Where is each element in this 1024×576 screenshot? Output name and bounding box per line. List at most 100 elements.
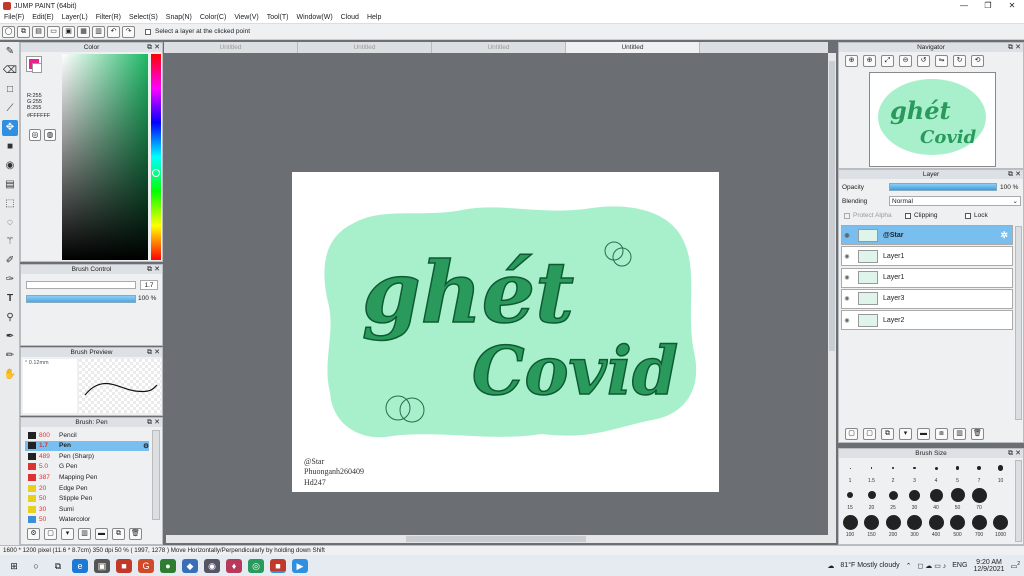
document-tab[interactable]: Untitled bbox=[566, 42, 700, 53]
gear-icon[interactable]: ✲ bbox=[1000, 230, 1008, 241]
brush-folder-icon[interactable]: ▬ bbox=[95, 528, 108, 540]
brush-list-item[interactable]: 20 Edge Pen bbox=[25, 483, 149, 493]
brush-list-scrollbar[interactable] bbox=[152, 430, 160, 520]
brush-size-dot[interactable] bbox=[847, 492, 853, 498]
eraser-tool-icon[interactable]: ⌫ bbox=[2, 63, 18, 79]
copy-layer-icon[interactable]: ⧉ bbox=[881, 428, 894, 440]
brush-copy-icon[interactable]: ⧉ bbox=[112, 528, 125, 540]
edge-icon[interactable]: e bbox=[72, 558, 88, 573]
select-icon[interactable]: ◯ bbox=[2, 25, 15, 38]
document-tab[interactable]: Untitled bbox=[298, 42, 432, 53]
brush-size-dot[interactable] bbox=[870, 467, 873, 469]
brush-group-icon[interactable]: ▥ bbox=[78, 528, 91, 540]
brush-size-dot[interactable] bbox=[885, 514, 901, 530]
menu-item[interactable]: Cloud bbox=[337, 14, 363, 21]
visibility-icon[interactable]: ◉ bbox=[842, 295, 852, 302]
fit-icon[interactable]: ⤢ bbox=[881, 55, 894, 67]
brush-list-item[interactable]: 387 Mapping Pen bbox=[25, 472, 149, 482]
picker-tool-icon[interactable]: ✏ bbox=[2, 348, 18, 364]
canvas-document[interactable]: ghét Covid @Star Phuonganh260409 Hd247 bbox=[292, 172, 719, 492]
fill-rect-tool-icon[interactable]: ■ bbox=[2, 139, 18, 155]
brush-size-scrollbar[interactable] bbox=[1015, 460, 1022, 542]
saturation-value-picker[interactable] bbox=[62, 54, 148, 260]
app-orange-icon[interactable]: G bbox=[138, 558, 154, 573]
undo-icon[interactable]: ↶ bbox=[107, 25, 120, 38]
visibility-icon[interactable]: ◉ bbox=[842, 274, 852, 281]
brush-list-item[interactable]: 1.7 Pen ⚙ bbox=[25, 440, 149, 451]
brush-size-dot[interactable] bbox=[971, 487, 987, 503]
zoom-out-icon[interactable]: ⊕ bbox=[863, 55, 876, 67]
close-icon[interactable]: ✕ bbox=[1015, 43, 1021, 52]
flip-icon[interactable]: ⇋ bbox=[935, 55, 948, 67]
brush-list-item[interactable]: 50 Watercolor bbox=[25, 515, 149, 525]
app-green-icon[interactable]: ● bbox=[160, 558, 176, 573]
rect-tool-icon[interactable]: □ bbox=[2, 82, 18, 98]
line-tool-icon[interactable]: ⟋ bbox=[2, 101, 18, 117]
document-tab[interactable]: Untitled bbox=[164, 42, 298, 53]
menu-item[interactable]: View(V) bbox=[230, 14, 262, 21]
brush-opacity-slider[interactable] bbox=[26, 295, 136, 303]
zoom-in-icon[interactable]: ⊕ bbox=[845, 55, 858, 67]
menu-item[interactable]: Snap(N) bbox=[162, 14, 196, 21]
brush-list-item[interactable]: 489 Pen (Sharp) bbox=[25, 451, 149, 461]
brush-size-dot[interactable] bbox=[867, 491, 876, 499]
visibility-icon[interactable]: ◉ bbox=[842, 317, 852, 324]
lock-checkbox[interactable]: Lock bbox=[965, 212, 988, 219]
app-red-icon[interactable]: ■ bbox=[116, 558, 132, 573]
close-icon[interactable]: ✕ bbox=[154, 348, 160, 357]
brush-menu-icon[interactable]: ▾ bbox=[61, 528, 74, 540]
camera-icon[interactable]: ◉ bbox=[204, 558, 220, 573]
menu-item[interactable]: Edit(E) bbox=[28, 14, 57, 21]
color-set-icon[interactable]: ◍ bbox=[44, 129, 56, 141]
menu-item[interactable]: Select(S) bbox=[125, 14, 162, 21]
layer-row[interactable]: ◉ Layer2 bbox=[841, 310, 1013, 331]
menu-item[interactable]: Window(W) bbox=[292, 14, 336, 21]
layer-menu-icon[interactable]: ▾ bbox=[899, 428, 912, 440]
close-icon[interactable]: ✕ bbox=[154, 265, 160, 274]
store-icon[interactable]: ▣ bbox=[94, 558, 110, 573]
bucket-tool-icon[interactable]: ◉ bbox=[2, 158, 18, 174]
select-eraser-tool-icon[interactable]: ✑ bbox=[2, 272, 18, 288]
delete-layer-icon[interactable]: 🗑 bbox=[971, 428, 984, 440]
layer-row[interactable]: ◉ @Star ✲ bbox=[841, 225, 1013, 245]
redo-icon[interactable]: ↷ bbox=[122, 25, 135, 38]
new-layer-icon[interactable]: ▢ bbox=[845, 428, 858, 440]
brush-size-value[interactable]: 1.7 bbox=[140, 280, 158, 290]
copy-icon[interactable]: ⧉ bbox=[17, 25, 30, 38]
vertical-scrollbar[interactable] bbox=[828, 53, 836, 543]
zoom-tool-icon[interactable]: ⚲ bbox=[2, 310, 18, 326]
layer-folder-icon[interactable]: ▬ bbox=[917, 428, 930, 440]
menu-item[interactable]: Color(C) bbox=[196, 14, 230, 21]
brush-size-dot[interactable] bbox=[849, 467, 851, 469]
background-color-swatch[interactable] bbox=[32, 63, 42, 73]
brush-size-dot[interactable] bbox=[950, 488, 965, 502]
visibility-icon[interactable]: ◉ bbox=[842, 232, 852, 239]
palette-icon[interactable]: ◎ bbox=[29, 129, 41, 141]
brush-size-dot[interactable] bbox=[928, 514, 944, 530]
dropper-tool-icon[interactable]: ✒ bbox=[2, 329, 18, 345]
app-pink-icon[interactable]: ♦ bbox=[226, 558, 242, 573]
clock[interactable]: 9:20 AM 12/9/2021 bbox=[973, 559, 1004, 573]
horizontal-scrollbar[interactable] bbox=[166, 535, 828, 543]
select-rect-tool-icon[interactable]: ⬚ bbox=[2, 196, 18, 212]
layer-row[interactable]: ◉ Layer1 bbox=[841, 246, 1013, 267]
lasso-tool-icon[interactable]: ◌ bbox=[2, 215, 18, 231]
jump-paint-taskbar-icon[interactable]: ■ bbox=[270, 558, 286, 573]
close-icon[interactable]: ✕ bbox=[1015, 449, 1021, 458]
search-icon[interactable]: ○ bbox=[28, 559, 44, 573]
layer-opacity-slider[interactable] bbox=[889, 183, 997, 191]
menu-item[interactable]: Help bbox=[363, 14, 385, 21]
move-tool-icon[interactable]: ✥ bbox=[2, 120, 18, 136]
close-icon[interactable]: ✕ bbox=[154, 418, 160, 427]
blending-select[interactable]: Normal ⌄ bbox=[889, 196, 1021, 206]
brush-size-dot[interactable] bbox=[929, 488, 943, 502]
rotate-left-icon[interactable]: ↺ bbox=[917, 55, 930, 67]
brush-list-item[interactable]: 5.0 G Pen bbox=[25, 462, 149, 472]
tray-chevron-icon[interactable]: ⌃ bbox=[906, 562, 912, 570]
brush-list-item[interactable]: 800 Pencil bbox=[25, 430, 149, 440]
menu-item[interactable]: Tool(T) bbox=[263, 14, 293, 21]
pen-tool-icon[interactable]: ✎ bbox=[2, 44, 18, 60]
visibility-icon[interactable]: ◉ bbox=[842, 253, 852, 260]
layer-mask-icon[interactable]: ▥ bbox=[953, 428, 966, 440]
wand-tool-icon[interactable]: ⚚ bbox=[2, 234, 18, 250]
